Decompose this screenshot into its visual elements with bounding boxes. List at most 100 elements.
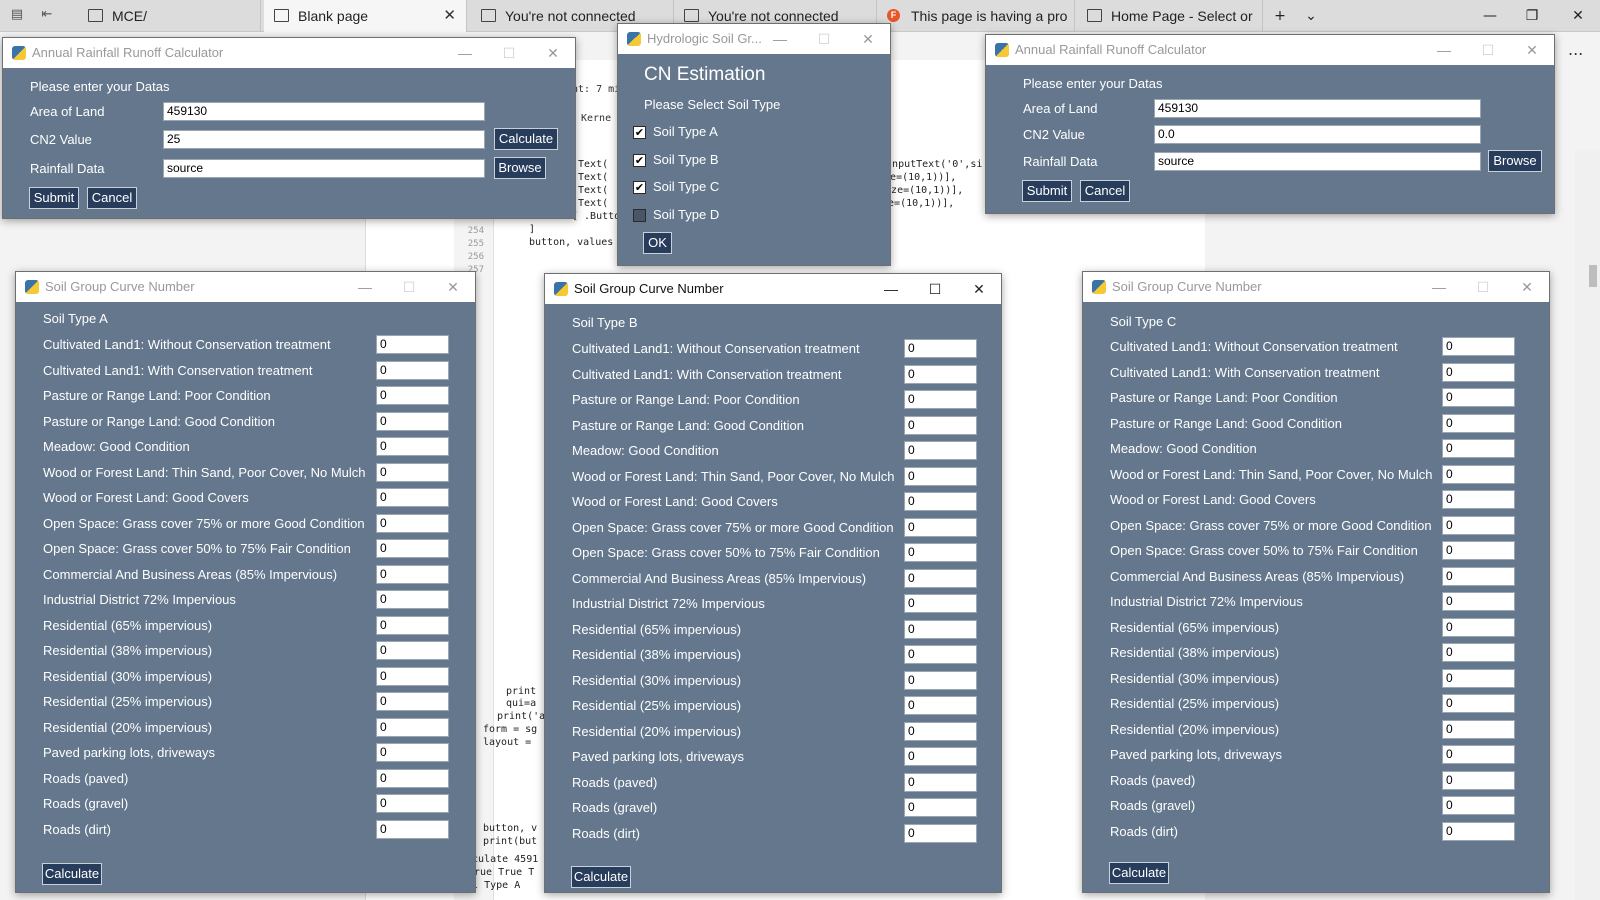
- curve-number-input[interactable]: 0: [376, 590, 449, 609]
- curve-number-input[interactable]: 0: [1442, 337, 1515, 356]
- close-button[interactable]: ✕: [431, 272, 475, 302]
- curve-number-input[interactable]: 0: [904, 517, 977, 537]
- tab-list-button[interactable]: ⌄: [1296, 0, 1326, 32]
- curve-number-input[interactable]: 0: [904, 772, 977, 792]
- browser-tab[interactable]: F This page is having a proble: [877, 0, 1075, 32]
- scrollbar-thumb[interactable]: [1589, 265, 1597, 287]
- browse-button[interactable]: Browse: [494, 157, 546, 179]
- curve-number-input[interactable]: 0: [1442, 821, 1515, 841]
- curve-number-input[interactable]: 0: [376, 513, 449, 533]
- curve-number-input[interactable]: 0: [376, 743, 449, 762]
- cn2-input[interactable]: 25: [163, 130, 485, 149]
- curve-number-input[interactable]: 0: [376, 360, 449, 380]
- curve-number-input[interactable]: 0: [904, 696, 977, 715]
- soil-type-option-label[interactable]: Soil Type D: [653, 207, 719, 222]
- curve-number-input[interactable]: 0: [376, 411, 449, 431]
- soil-type-option-label[interactable]: Soil Type A: [653, 124, 718, 139]
- curve-number-input[interactable]: 0: [904, 492, 977, 511]
- maximize-button[interactable]: ☐: [387, 272, 431, 302]
- curve-number-input[interactable]: 0: [904, 390, 977, 409]
- close-button[interactable]: ✕: [531, 38, 575, 68]
- curve-number-input[interactable]: 0: [1442, 745, 1515, 764]
- cancel-button[interactable]: Cancel: [1080, 180, 1130, 202]
- minimize-button[interactable]: —: [869, 274, 913, 304]
- curve-number-input[interactable]: 0: [904, 543, 977, 562]
- browser-more-button[interactable]: ...: [1568, 40, 1583, 59]
- browser-tab[interactable]: Home Page - Select or creat: [1077, 0, 1263, 32]
- curve-number-input[interactable]: 0: [904, 747, 977, 766]
- soil-type-checkbox[interactable]: [633, 208, 646, 222]
- curve-number-input[interactable]: 0: [376, 462, 449, 482]
- new-tab-button[interactable]: +: [1265, 0, 1295, 32]
- curve-number-input[interactable]: 0: [376, 768, 449, 788]
- curve-number-input[interactable]: 0: [376, 666, 449, 686]
- tab-actions-icon[interactable]: ▤: [8, 6, 26, 24]
- rainfall-input[interactable]: source: [163, 159, 485, 178]
- soil-type-checkbox[interactable]: ✔: [633, 153, 646, 167]
- curve-number-input[interactable]: 0: [1442, 515, 1515, 535]
- curve-number-input[interactable]: 0: [376, 615, 449, 635]
- minimize-button[interactable]: —: [343, 272, 387, 302]
- curve-number-input[interactable]: 0: [1442, 490, 1515, 509]
- curve-number-input[interactable]: 0: [1442, 592, 1515, 611]
- calculate-button[interactable]: Calculate: [494, 128, 558, 150]
- curve-number-input[interactable]: 0: [376, 539, 449, 558]
- area-input[interactable]: 459130: [1154, 99, 1481, 118]
- curve-number-input[interactable]: 0: [1442, 796, 1515, 815]
- curve-number-input[interactable]: 0: [376, 335, 449, 354]
- curve-number-input[interactable]: 0: [1442, 643, 1515, 662]
- ok-button[interactable]: OK: [643, 232, 672, 254]
- maximize-button[interactable]: ☐: [913, 274, 957, 304]
- browser-tab[interactable]: MCE/: [78, 0, 261, 32]
- calculate-button[interactable]: Calculate: [1109, 862, 1169, 884]
- tab-close-icon[interactable]: ✕: [443, 0, 456, 32]
- rainfall-input[interactable]: source: [1154, 152, 1481, 171]
- soil-type-checkbox[interactable]: ✔: [633, 181, 646, 194]
- browser-tab[interactable]: Blank page ✕: [264, 0, 467, 32]
- submit-button[interactable]: Submit: [1022, 180, 1072, 202]
- minimize-button[interactable]: —: [443, 38, 487, 68]
- maximize-button[interactable]: ☐: [487, 38, 531, 68]
- browser-minimize-button[interactable]: —: [1468, 0, 1512, 32]
- close-button[interactable]: ✕: [1510, 35, 1554, 65]
- maximize-button[interactable]: ☐: [1466, 35, 1510, 65]
- minimize-button[interactable]: —: [1422, 35, 1466, 65]
- browser-close-button[interactable]: ✕: [1556, 0, 1600, 32]
- minimize-button[interactable]: —: [758, 24, 802, 54]
- curve-number-input[interactable]: 0: [904, 823, 977, 843]
- curve-number-input[interactable]: 0: [376, 717, 449, 737]
- curve-number-input[interactable]: 0: [1442, 668, 1515, 688]
- curve-number-input[interactable]: 0: [904, 568, 977, 588]
- curve-number-input[interactable]: 0: [904, 721, 977, 741]
- soil-type-option-label[interactable]: Soil Type C: [653, 179, 719, 194]
- curve-number-input[interactable]: 0: [1442, 388, 1515, 407]
- curve-number-input[interactable]: 0: [1442, 719, 1515, 739]
- close-button[interactable]: ✕: [1505, 272, 1549, 302]
- curve-number-input[interactable]: 0: [904, 594, 977, 613]
- curve-number-input[interactable]: 0: [1442, 566, 1515, 586]
- curve-number-input[interactable]: 0: [904, 415, 977, 435]
- browse-button[interactable]: Browse: [1488, 150, 1542, 172]
- curve-number-input[interactable]: 0: [376, 692, 449, 711]
- calculate-button[interactable]: Calculate: [42, 863, 102, 885]
- curve-number-input[interactable]: 0: [904, 339, 977, 358]
- curve-number-input[interactable]: 0: [904, 619, 977, 639]
- curve-number-input[interactable]: 0: [376, 641, 449, 660]
- curve-number-input[interactable]: 0: [904, 670, 977, 690]
- close-button[interactable]: ✕: [846, 24, 890, 54]
- curve-number-input[interactable]: 0: [904, 364, 977, 384]
- curve-number-input[interactable]: 0: [904, 645, 977, 664]
- curve-number-input[interactable]: 0: [1442, 464, 1515, 484]
- back-tabs-icon[interactable]: ⇤: [38, 6, 56, 24]
- area-input[interactable]: 459130: [163, 102, 485, 121]
- soil-type-checkbox[interactable]: ✔: [633, 126, 646, 139]
- close-button[interactable]: ✕: [957, 274, 1001, 304]
- minimize-button[interactable]: —: [1417, 272, 1461, 302]
- browser-restore-button[interactable]: ❐: [1510, 0, 1554, 32]
- curve-number-input[interactable]: 0: [1442, 617, 1515, 637]
- curve-number-input[interactable]: 0: [904, 798, 977, 817]
- curve-number-input[interactable]: 0: [1442, 413, 1515, 433]
- curve-number-input[interactable]: 0: [376, 386, 449, 405]
- curve-number-input[interactable]: 0: [376, 564, 449, 584]
- curve-number-input[interactable]: 0: [1442, 770, 1515, 790]
